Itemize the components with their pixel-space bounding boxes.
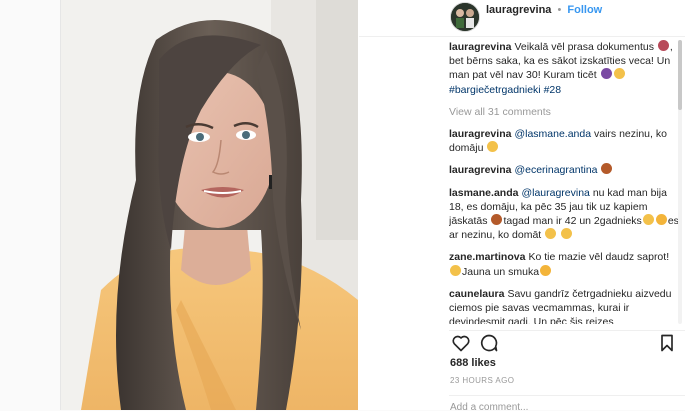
comments-scrollbar[interactable] — [678, 40, 682, 324]
comment-username[interactable]: lauragrevina — [449, 164, 511, 176]
hashtag-link[interactable]: #28 — [544, 84, 562, 96]
caption-text: Veikalā vēl prasa dokumentus — [514, 41, 654, 53]
mention-link[interactable]: @lauragrevina — [521, 187, 589, 199]
comment: lauragrevina @lasmane.anda vairs nezinu, … — [449, 127, 679, 155]
add-comment-field[interactable]: Add a comment... — [449, 395, 685, 411]
emoji-icon — [487, 141, 499, 153]
comment: lasmane.anda @lauragrevina nu kad man bij… — [449, 186, 679, 243]
view-all-comments-link[interactable]: View all 31 comments — [449, 105, 679, 119]
emoji-icon — [491, 214, 503, 226]
emoji-icon — [540, 264, 552, 276]
instagram-post: lauragrevina • Follow lauragrevina Veikal… — [60, 0, 685, 411]
emoji-icon — [450, 264, 461, 276]
comment-text-2: tagad man ir 42 un 2gadnieks — [503, 215, 642, 228]
emoji-icon — [561, 228, 573, 240]
comment-text: Ko tie mazie vēl daudz saprot! — [528, 251, 670, 264]
emoji-icon — [545, 228, 557, 240]
emoji-icon — [601, 163, 613, 175]
likes-count[interactable]: 688 likes — [450, 357, 496, 369]
scrollbar-thumb[interactable] — [678, 40, 682, 110]
post-sidebar: lauragrevina • Follow lauragrevina Veikal… — [359, 0, 685, 411]
emoji-icon — [655, 214, 667, 226]
comment-username[interactable]: caunelaura — [449, 288, 504, 300]
emoji-icon — [657, 40, 669, 51]
header-separator: • — [557, 4, 562, 16]
comment-username[interactable]: lasmane.anda — [449, 187, 518, 199]
post-timestamp: 23 HOURS AGO — [450, 376, 515, 385]
emoji-icon — [600, 68, 612, 80]
action-bar — [449, 330, 685, 353]
caption-username[interactable]: lauragrevina — [449, 41, 511, 53]
comment: zane.martinova Ko tie mazie vēl daudz sap… — [449, 250, 679, 278]
comment-username[interactable]: zane.martinova — [449, 251, 525, 263]
follow-button[interactable]: Follow — [567, 4, 602, 16]
comment-icon[interactable] — [479, 333, 499, 353]
mention-link[interactable]: @lasmane.anda — [514, 128, 591, 140]
portrait-image — [61, 0, 358, 410]
hashtag-link[interactable]: #bargiečetrgadnieki — [449, 84, 541, 96]
comment-text-2: Jauna un smuka — [462, 265, 540, 278]
mention-link[interactable]: @ecerinagrantina — [514, 164, 597, 176]
comments-list: lauragrevina Veikalā vēl prasa dokumentus… — [449, 40, 679, 324]
comment: lauragrevina @ecerinagrantina — [449, 163, 679, 177]
bookmark-icon[interactable] — [657, 333, 677, 353]
emoji-icon — [642, 214, 654, 226]
avatar[interactable] — [450, 2, 480, 32]
caption: lauragrevina Veikalā vēl prasa dokumentus… — [449, 40, 679, 97]
post-photo[interactable] — [61, 0, 358, 410]
comment: caunelaura Savu gandrīz četrgadnieku aizv… — [449, 287, 679, 324]
comment-username[interactable]: lauragrevina — [449, 128, 511, 140]
header-username[interactable]: lauragrevina — [486, 4, 551, 16]
heart-icon[interactable] — [451, 333, 471, 353]
emoji-icon — [613, 68, 625, 80]
post-header: lauragrevina • Follow — [359, 0, 685, 37]
